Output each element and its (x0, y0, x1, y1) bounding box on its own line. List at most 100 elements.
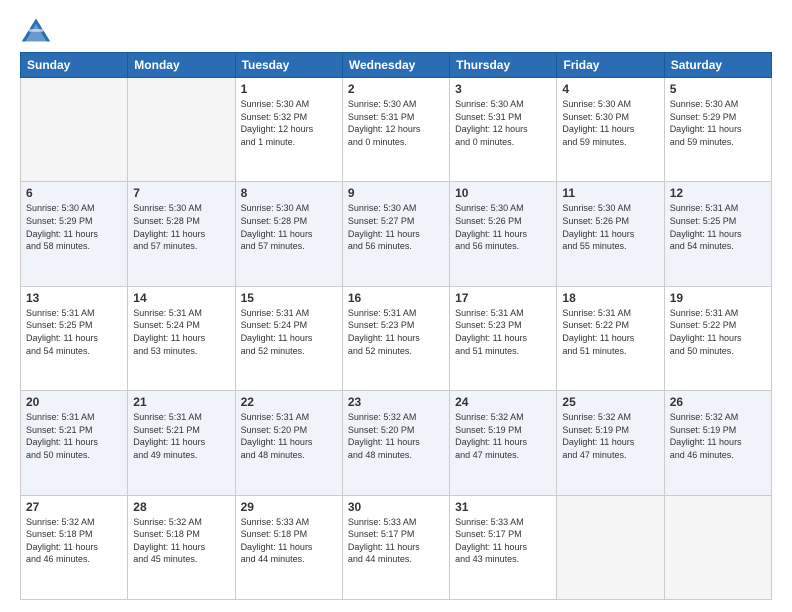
calendar-day-cell (21, 78, 128, 182)
day-info: Sunrise: 5:33 AM Sunset: 5:17 PM Dayligh… (455, 516, 551, 566)
header (20, 16, 772, 44)
day-number: 5 (670, 82, 766, 96)
day-info: Sunrise: 5:30 AM Sunset: 5:32 PM Dayligh… (241, 98, 337, 148)
day-info: Sunrise: 5:30 AM Sunset: 5:29 PM Dayligh… (670, 98, 766, 148)
day-info: Sunrise: 5:30 AM Sunset: 5:30 PM Dayligh… (562, 98, 658, 148)
day-info: Sunrise: 5:30 AM Sunset: 5:29 PM Dayligh… (26, 202, 122, 252)
day-info: Sunrise: 5:31 AM Sunset: 5:20 PM Dayligh… (241, 411, 337, 461)
day-info: Sunrise: 5:33 AM Sunset: 5:17 PM Dayligh… (348, 516, 444, 566)
calendar-day-cell: 28 Sunrise: 5:32 AM Sunset: 5:18 PM Dayli… (128, 495, 235, 599)
day-info: Sunrise: 5:31 AM Sunset: 5:24 PM Dayligh… (241, 307, 337, 357)
calendar-week-row: 13Sunrise: 5:31 AM Sunset: 5:25 PM Dayli… (21, 286, 772, 390)
day-info: Sunrise: 5:31 AM Sunset: 5:22 PM Dayligh… (670, 307, 766, 357)
day-info: Sunrise: 5:32 AM Sunset: 5:19 PM Dayligh… (670, 411, 766, 461)
day-info: Sunrise: 5:31 AM Sunset: 5:25 PM Dayligh… (670, 202, 766, 252)
day-info: Sunrise: 5:32 AM Sunset: 5:19 PM Dayligh… (562, 411, 658, 461)
day-number: 8 (241, 186, 337, 200)
logo-icon (20, 16, 52, 44)
calendar-day-cell: 14Sunrise: 5:31 AM Sunset: 5:24 PM Dayli… (128, 286, 235, 390)
day-number: 2 (348, 82, 444, 96)
day-info: Sunrise: 5:31 AM Sunset: 5:25 PM Dayligh… (26, 307, 122, 357)
day-number: 7 (133, 186, 229, 200)
day-info: Sunrise: 5:33 AM Sunset: 5:18 PM Dayligh… (241, 516, 337, 566)
day-number: 9 (348, 186, 444, 200)
day-info: Sunrise: 5:30 AM Sunset: 5:28 PM Dayligh… (133, 202, 229, 252)
calendar-day-cell: 3 Sunrise: 5:30 AM Sunset: 5:31 PM Daylig… (450, 78, 557, 182)
day-info: Sunrise: 5:30 AM Sunset: 5:26 PM Dayligh… (455, 202, 551, 252)
day-info: Sunrise: 5:32 AM Sunset: 5:18 PM Dayligh… (133, 516, 229, 566)
day-number: 10 (455, 186, 551, 200)
day-number: 3 (455, 82, 551, 96)
day-number: 4 (562, 82, 658, 96)
weekday-header: Friday (557, 53, 664, 78)
day-info: Sunrise: 5:31 AM Sunset: 5:22 PM Dayligh… (562, 307, 658, 357)
calendar-header-row: SundayMondayTuesdayWednesdayThursdayFrid… (21, 53, 772, 78)
calendar-day-cell: 29 Sunrise: 5:33 AM Sunset: 5:18 PM Dayli… (235, 495, 342, 599)
day-info: Sunrise: 5:31 AM Sunset: 5:23 PM Dayligh… (348, 307, 444, 357)
calendar-day-cell: 17Sunrise: 5:31 AM Sunset: 5:23 PM Dayli… (450, 286, 557, 390)
day-number: 26 (670, 395, 766, 409)
weekday-header: Saturday (664, 53, 771, 78)
day-number: 27 (26, 500, 122, 514)
calendar-day-cell: 15 Sunrise: 5:31 AM Sunset: 5:24 PM Dayli… (235, 286, 342, 390)
calendar-day-cell: 7 Sunrise: 5:30 AM Sunset: 5:28 PM Daylig… (128, 182, 235, 286)
calendar-day-cell (664, 495, 771, 599)
calendar-week-row: 27 Sunrise: 5:32 AM Sunset: 5:18 PM Dayli… (21, 495, 772, 599)
day-info: Sunrise: 5:30 AM Sunset: 5:27 PM Dayligh… (348, 202, 444, 252)
calendar-day-cell: 31 Sunrise: 5:33 AM Sunset: 5:17 PM Dayli… (450, 495, 557, 599)
calendar-day-cell (128, 78, 235, 182)
calendar-day-cell: 9 Sunrise: 5:30 AM Sunset: 5:27 PM Daylig… (342, 182, 449, 286)
day-number: 16 (348, 291, 444, 305)
calendar-day-cell: 8 Sunrise: 5:30 AM Sunset: 5:28 PM Daylig… (235, 182, 342, 286)
day-info: Sunrise: 5:32 AM Sunset: 5:19 PM Dayligh… (455, 411, 551, 461)
calendar-day-cell: 1 Sunrise: 5:30 AM Sunset: 5:32 PM Daylig… (235, 78, 342, 182)
day-number: 21 (133, 395, 229, 409)
day-info: Sunrise: 5:30 AM Sunset: 5:31 PM Dayligh… (455, 98, 551, 148)
day-number: 19 (670, 291, 766, 305)
day-info: Sunrise: 5:30 AM Sunset: 5:28 PM Dayligh… (241, 202, 337, 252)
day-number: 29 (241, 500, 337, 514)
day-number: 15 (241, 291, 337, 305)
calendar-day-cell: 12 Sunrise: 5:31 AM Sunset: 5:25 PM Dayli… (664, 182, 771, 286)
day-number: 17 (455, 291, 551, 305)
day-number: 12 (670, 186, 766, 200)
calendar-day-cell: 16 Sunrise: 5:31 AM Sunset: 5:23 PM Dayli… (342, 286, 449, 390)
calendar-day-cell: 4 Sunrise: 5:30 AM Sunset: 5:30 PM Daylig… (557, 78, 664, 182)
day-info: Sunrise: 5:31 AM Sunset: 5:21 PM Dayligh… (133, 411, 229, 461)
day-number: 11 (562, 186, 658, 200)
calendar-day-cell: 5 Sunrise: 5:30 AM Sunset: 5:29 PM Daylig… (664, 78, 771, 182)
day-info: Sunrise: 5:30 AM Sunset: 5:31 PM Dayligh… (348, 98, 444, 148)
calendar-day-cell: 27Sunrise: 5:32 AM Sunset: 5:18 PM Dayli… (21, 495, 128, 599)
weekday-header: Tuesday (235, 53, 342, 78)
day-number: 1 (241, 82, 337, 96)
calendar-table: SundayMondayTuesdayWednesdayThursdayFrid… (20, 52, 772, 600)
day-number: 24 (455, 395, 551, 409)
weekday-header: Sunday (21, 53, 128, 78)
day-number: 20 (26, 395, 122, 409)
calendar-day-cell: 19 Sunrise: 5:31 AM Sunset: 5:22 PM Dayli… (664, 286, 771, 390)
calendar-week-row: 6 Sunrise: 5:30 AM Sunset: 5:29 PM Daylig… (21, 182, 772, 286)
weekday-header: Thursday (450, 53, 557, 78)
calendar-day-cell: 23Sunrise: 5:32 AM Sunset: 5:20 PM Dayli… (342, 391, 449, 495)
calendar-day-cell (557, 495, 664, 599)
day-number: 28 (133, 500, 229, 514)
calendar-day-cell: 13Sunrise: 5:31 AM Sunset: 5:25 PM Dayli… (21, 286, 128, 390)
weekday-header: Monday (128, 53, 235, 78)
weekday-header: Wednesday (342, 53, 449, 78)
day-info: Sunrise: 5:30 AM Sunset: 5:26 PM Dayligh… (562, 202, 658, 252)
calendar-day-cell: 25Sunrise: 5:32 AM Sunset: 5:19 PM Dayli… (557, 391, 664, 495)
day-info: Sunrise: 5:31 AM Sunset: 5:24 PM Dayligh… (133, 307, 229, 357)
calendar-day-cell: 2 Sunrise: 5:30 AM Sunset: 5:31 PM Daylig… (342, 78, 449, 182)
day-number: 23 (348, 395, 444, 409)
calendar-week-row: 20 Sunrise: 5:31 AM Sunset: 5:21 PM Dayli… (21, 391, 772, 495)
day-number: 6 (26, 186, 122, 200)
page: SundayMondayTuesdayWednesdayThursdayFrid… (0, 0, 792, 612)
calendar-day-cell: 30 Sunrise: 5:33 AM Sunset: 5:17 PM Dayli… (342, 495, 449, 599)
calendar-day-cell: 20Sunrise: 5:31 AM Sunset: 5:21 PM Dayli… (21, 391, 128, 495)
calendar-day-cell: 11 Sunrise: 5:30 AM Sunset: 5:26 PM Dayli… (557, 182, 664, 286)
day-number: 18 (562, 291, 658, 305)
logo (20, 16, 56, 44)
calendar-day-cell: 18 Sunrise: 5:31 AM Sunset: 5:22 PM Dayli… (557, 286, 664, 390)
day-number: 30 (348, 500, 444, 514)
day-number: 31 (455, 500, 551, 514)
